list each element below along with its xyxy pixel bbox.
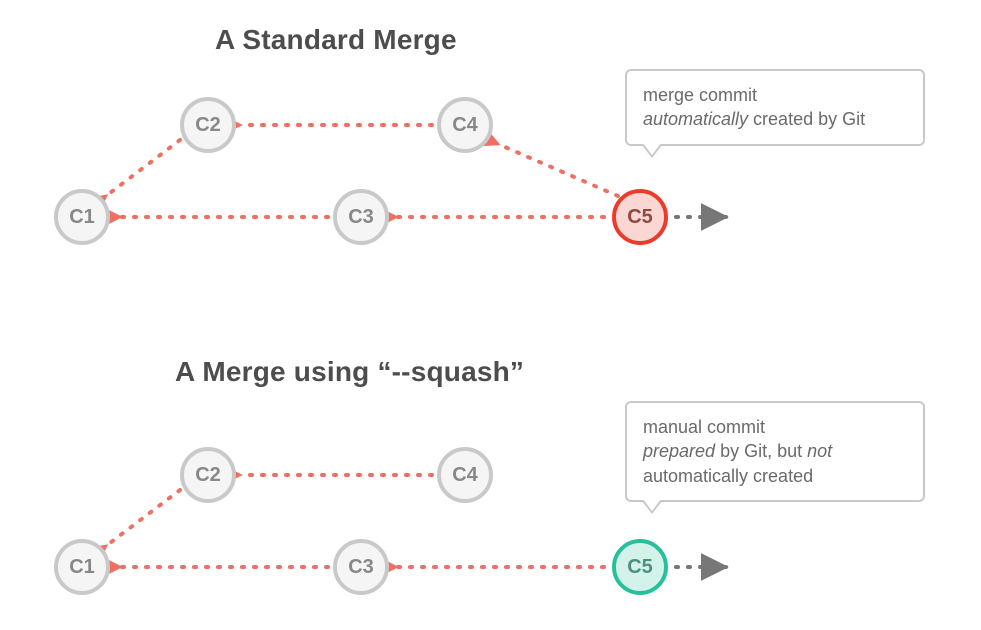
commit-label: C1 <box>69 206 95 229</box>
commit-label: C2 <box>195 464 221 487</box>
callout-standard: merge commit automatically created by Gi… <box>625 69 925 146</box>
commit-label: C2 <box>195 114 221 137</box>
commit-label: C4 <box>452 114 478 137</box>
callout-line: merge commit <box>643 83 907 107</box>
callout-text: created by Git <box>748 109 865 129</box>
commit-label: C3 <box>348 206 374 229</box>
callout-em: automatically <box>643 109 748 129</box>
callout-line: manual commit <box>643 415 907 439</box>
callout-squash: manual commit prepared by Git, but not a… <box>625 401 925 502</box>
commit-label: C5 <box>627 206 653 229</box>
callout-line: automatically created <box>643 464 907 488</box>
commit-c2-squash: C2 <box>180 447 236 503</box>
commit-label: C1 <box>69 556 95 579</box>
commit-c3-squash: C3 <box>333 539 389 595</box>
diagram-canvas: { "titles": { "standard": "A Standard Me… <box>0 0 981 630</box>
commit-label: C3 <box>348 556 374 579</box>
commit-c3-standard: C3 <box>333 189 389 245</box>
commit-c1-standard: C1 <box>54 189 110 245</box>
commit-c1-squash: C1 <box>54 539 110 595</box>
title-squash-merge: A Merge using “--squash” <box>175 356 524 388</box>
callout-line: prepared by Git, but not <box>643 439 907 463</box>
title-standard-merge: A Standard Merge <box>215 24 457 56</box>
commit-c5-squash: C5 <box>612 539 668 595</box>
callout-line: automatically created by Git <box>643 107 907 131</box>
commit-c2-standard: C2 <box>180 97 236 153</box>
commit-c4-standard: C4 <box>437 97 493 153</box>
callout-em: not <box>807 441 832 461</box>
callout-em: prepared <box>643 441 715 461</box>
callout-text: by Git, but <box>715 441 807 461</box>
commit-label: C4 <box>452 464 478 487</box>
commit-label: C5 <box>627 556 653 579</box>
commit-c4-squash: C4 <box>437 447 493 503</box>
commit-c5-standard: C5 <box>612 189 668 245</box>
